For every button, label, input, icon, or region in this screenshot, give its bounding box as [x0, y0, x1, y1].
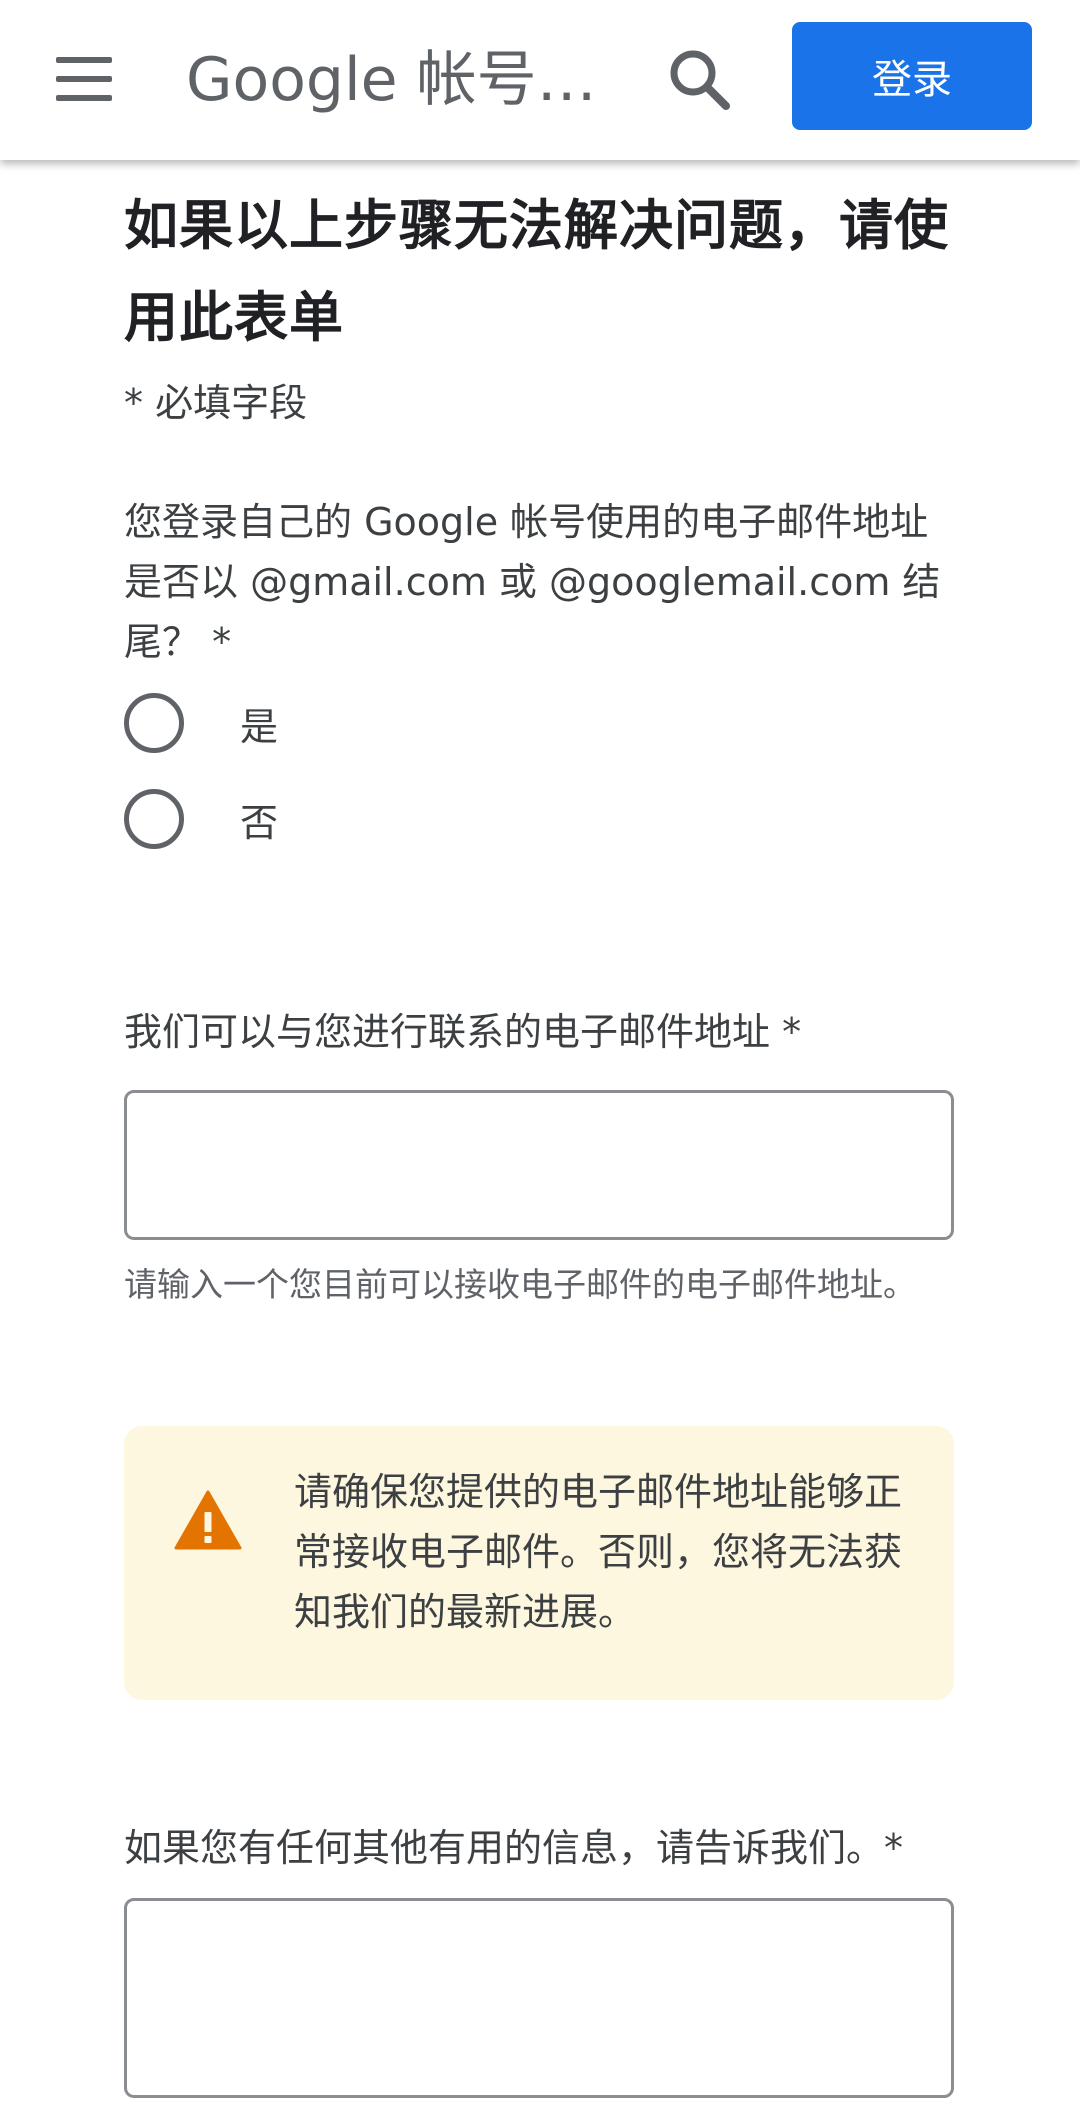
email-hint: 请输入一个您目前可以接收电子邮件的电子邮件地址。: [124, 1265, 916, 1304]
search-icon[interactable]: [660, 40, 740, 120]
contact-email-input[interactable]: [124, 1090, 954, 1240]
warning-icon: [174, 1490, 242, 1550]
form-content: 如果以上步骤无法解决问题，请使用此表单 * 必填字段 您登录自己的 Google…: [124, 180, 960, 2098]
sign-in-button[interactable]: 登录: [792, 22, 1032, 130]
radio-button-icon[interactable]: [124, 693, 184, 753]
hamburger-menu-icon[interactable]: [56, 44, 136, 114]
form-title: 如果以上步骤无法解决问题，请使用此表单: [124, 194, 949, 349]
question-gmail-label: 您登录自己的 Google 帐号使用的电子邮件地址是否以 @gmail.com …: [124, 500, 941, 664]
menu-bar: [56, 95, 112, 101]
question-info-label: 如果您有任何其他有用的信息，请告诉我们。*: [124, 1826, 904, 1870]
warning-box: 请确保您提供的电子邮件地址能够正常接收电子邮件。否则，您将无法获知我们的最新进展…: [124, 1426, 954, 1700]
radio-button-icon[interactable]: [124, 789, 184, 849]
radio-option-no[interactable]: 否: [124, 774, 960, 864]
question-email-label: 我们可以与您进行联系的电子邮件地址 *: [124, 1010, 802, 1054]
app-title[interactable]: Google 帐号帮助: [186, 40, 626, 120]
radio-label-yes: 是: [240, 704, 279, 749]
radio-label-no: 否: [240, 800, 279, 845]
app-header: Google 帐号帮助 登录: [0, 0, 1080, 160]
menu-bar: [56, 57, 112, 63]
warning-text: 请确保您提供的电子邮件地址能够正常接收电子邮件。否则，您将无法获知我们的最新进展…: [294, 1470, 903, 1634]
menu-bar: [56, 76, 112, 82]
radio-option-yes[interactable]: 是: [124, 678, 960, 768]
required-fields-note: * 必填字段: [124, 381, 308, 425]
additional-info-textarea[interactable]: [124, 1898, 954, 2098]
